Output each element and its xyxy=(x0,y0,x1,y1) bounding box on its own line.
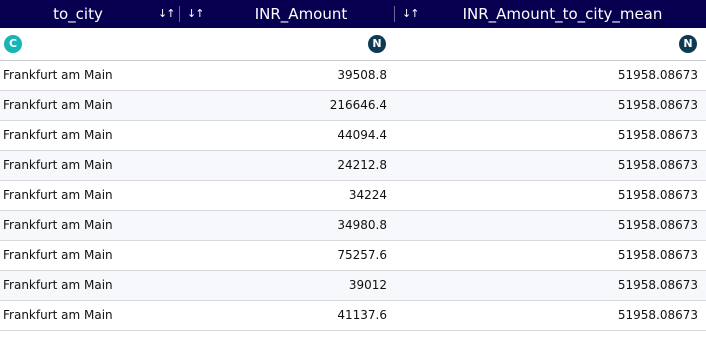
to-city-cell: Frankfurt am Main xyxy=(3,188,113,202)
column-header-inr-amount-mean[interactable]: ↓↑ INR_Amount_to_city_mean xyxy=(395,0,706,28)
inr-amount-mean-cell: 51958.08673 xyxy=(617,278,698,292)
inr-amount-cell: 39012 xyxy=(348,278,387,292)
to-city-cell: Frankfurt am Main xyxy=(3,158,113,172)
numeric-type-icon: N xyxy=(679,35,697,53)
table-row[interactable]: Frankfurt am Main 39012 51958.08673 xyxy=(0,271,706,301)
to-city-cell: Frankfurt am Main xyxy=(3,128,113,142)
column-title: INR_Amount_to_city_mean xyxy=(462,5,663,23)
table-row[interactable]: Frankfurt am Main 41137.6 51958.08673 xyxy=(0,301,706,331)
inr-amount-cell: 216646.4 xyxy=(329,98,387,112)
column-title: to_city xyxy=(53,5,103,23)
inr-amount-mean-cell: 51958.08673 xyxy=(617,158,698,172)
sort-icon[interactable]: ↓↑ xyxy=(402,0,419,28)
table-row[interactable]: Frankfurt am Main 44094.4 51958.08673 xyxy=(0,121,706,151)
to-city-cell: Frankfurt am Main xyxy=(3,278,113,292)
inr-amount-mean-cell: 51958.08673 xyxy=(617,98,698,112)
table-row[interactable]: Frankfurt am Main 24212.8 51958.08673 xyxy=(0,151,706,181)
inr-amount-cell: 41137.6 xyxy=(337,308,387,322)
column-header-to-city[interactable]: to_city ↓↑ xyxy=(0,0,179,28)
column-type-row: C N N xyxy=(0,28,706,61)
to-city-cell: Frankfurt am Main xyxy=(3,218,113,232)
column-title: INR_Amount xyxy=(254,5,348,23)
table-row[interactable]: Frankfurt am Main 34980.8 51958.08673 xyxy=(0,211,706,241)
inr-amount-mean-cell: 51958.08673 xyxy=(617,68,698,82)
categorical-type-icon: C xyxy=(4,35,22,53)
inr-amount-cell: 34980.8 xyxy=(337,218,387,232)
table-row[interactable]: Frankfurt am Main 75257.6 51958.08673 xyxy=(0,241,706,271)
inr-amount-cell: 24212.8 xyxy=(337,158,387,172)
sort-icon[interactable]: ↓↑ xyxy=(158,0,175,28)
sort-icon[interactable]: ↓↑ xyxy=(187,0,204,28)
inr-amount-cell: 75257.6 xyxy=(337,248,387,262)
inr-amount-mean-cell: 51958.08673 xyxy=(617,248,698,262)
to-city-cell: Frankfurt am Main xyxy=(3,308,113,322)
table-row[interactable]: Frankfurt am Main 216646.4 51958.08673 xyxy=(0,91,706,121)
inr-amount-mean-cell: 51958.08673 xyxy=(617,188,698,202)
to-city-cell: Frankfurt am Main xyxy=(3,248,113,262)
to-city-cell: Frankfurt am Main xyxy=(3,98,113,112)
table-row[interactable]: Frankfurt am Main 34224 51958.08673 xyxy=(0,181,706,211)
numeric-type-icon: N xyxy=(368,35,386,53)
table-header: to_city ↓↑ ↓↑ INR_Amount ↓↑ INR_Amount_t… xyxy=(0,0,706,28)
inr-amount-mean-cell: 51958.08673 xyxy=(617,218,698,232)
inr-amount-cell: 34224 xyxy=(348,188,387,202)
table-row[interactable]: Frankfurt am Main 39508.8 51958.08673 xyxy=(0,61,706,91)
to-city-cell: Frankfurt am Main xyxy=(3,68,113,82)
inr-amount-mean-cell: 51958.08673 xyxy=(617,308,698,322)
inr-amount-cell: 44094.4 xyxy=(337,128,387,142)
column-header-inr-amount[interactable]: ↓↑ INR_Amount xyxy=(180,0,394,28)
inr-amount-cell: 39508.8 xyxy=(337,68,387,82)
inr-amount-mean-cell: 51958.08673 xyxy=(617,128,698,142)
